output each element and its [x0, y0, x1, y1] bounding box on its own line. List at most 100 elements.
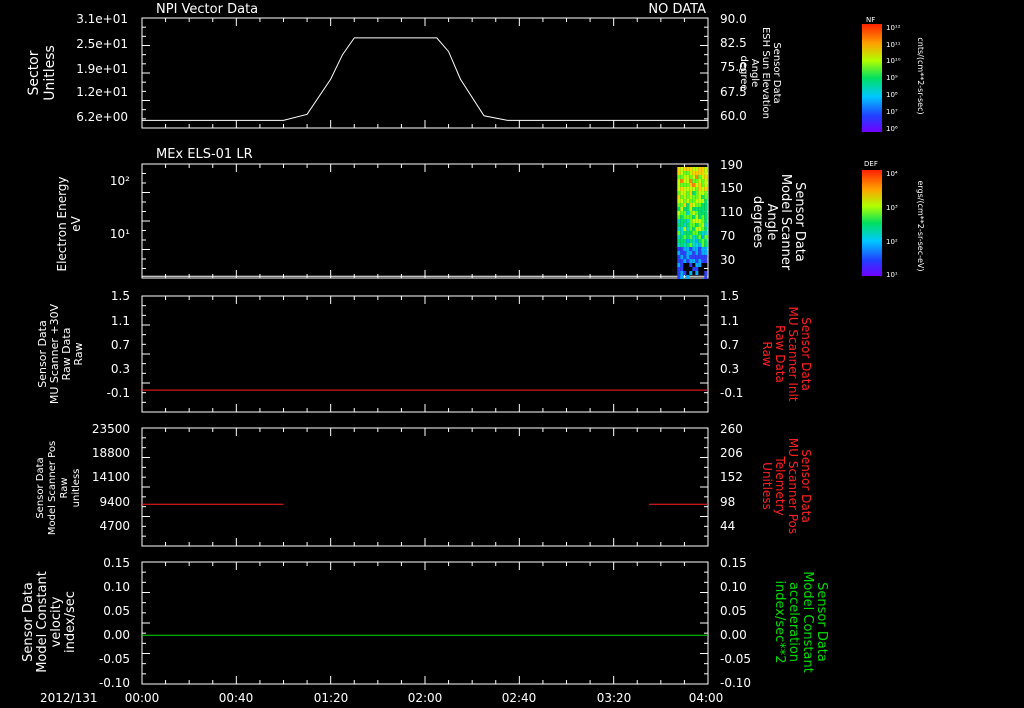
p5-ytick-r5: -0.10 [720, 676, 751, 690]
spectrogram-cell [692, 203, 696, 207]
p4-rlabel-3: Unitless [760, 462, 774, 510]
spectrogram-cell [695, 227, 699, 231]
tick-marks [141, 17, 709, 685]
spectrogram-cell [698, 195, 702, 199]
spectrogram-cell [683, 235, 687, 239]
spectrogram-cell [704, 219, 708, 223]
spectrogram-cell [680, 235, 684, 239]
spectrogram-cell [695, 215, 699, 219]
spectrogram-cell [695, 231, 699, 235]
p5-ytick-l0: 0.15 [103, 556, 130, 570]
cb2-tick-0: 10⁴ [886, 170, 898, 178]
spectrogram-cell [701, 251, 705, 255]
spectrogram-cell [680, 243, 684, 247]
spectrogram-cell [704, 251, 708, 255]
spectrogram-cell [692, 219, 696, 223]
time-tick-3: 02:00 [408, 691, 443, 705]
p5-ytick-l3: 0.00 [103, 628, 130, 642]
spectrogram-cell [689, 247, 693, 251]
spectrogram-cell [704, 239, 708, 243]
spectrogram-cell [686, 255, 690, 259]
p2-ytick-r4: 30 [720, 253, 735, 267]
spectrogram-cell [677, 175, 681, 179]
p5-llabel-2: velocity [49, 596, 64, 647]
p5-rlabel-3: index/sec**2 [772, 580, 787, 663]
spectrogram-cell [677, 203, 681, 207]
panel1-left-ylabel: Sector Unitless [26, 45, 58, 101]
p3-ytick-r4: -0.1 [720, 386, 743, 400]
spectrogram-cell [704, 235, 708, 239]
spectrogram-cell [695, 175, 699, 179]
spectrogram-cell [692, 267, 696, 271]
p5-ytick-r2: 0.05 [720, 604, 747, 618]
spectrogram-cell [704, 231, 708, 235]
spectrogram-cell [698, 259, 702, 263]
spectrogram-cell [680, 203, 684, 207]
spectrogram-cell [683, 171, 687, 175]
spectrogram-cell [692, 195, 696, 199]
spectrogram-cell [677, 243, 681, 247]
p1-ytick-l1: 2.5e+01 [76, 37, 128, 51]
p3-ytick-r2: 0.7 [720, 338, 739, 352]
spectrogram-cell [689, 195, 693, 199]
spectrogram-cell [686, 251, 690, 255]
panel5-frame [141, 561, 709, 685]
spectrogram-cell [698, 207, 702, 211]
cb1-tick-6: 10⁶ [886, 125, 898, 133]
p4-llabel-1: Model Scanner Pos [47, 441, 58, 535]
p2-llabel-0: Electron Energy [55, 176, 69, 271]
spectrogram-cell [686, 183, 690, 187]
spectrogram-cell [695, 211, 699, 215]
panel2-title: MEx ELS-01 LR [156, 147, 253, 162]
colorbar-nf-title: NF [866, 16, 875, 24]
p5-ytick-r0: 0.15 [720, 556, 747, 570]
p3-ytick-r0: 1.5 [720, 289, 739, 303]
spectrogram-cell [698, 187, 702, 191]
spectrogram-cell [680, 227, 684, 231]
spectrogram-cell [680, 167, 684, 171]
spectrogram-cell [680, 271, 684, 275]
spectrogram-cell [692, 171, 696, 175]
spectrogram-cell [695, 247, 699, 251]
spectrogram-cell [698, 179, 702, 183]
p1-rlabel-0: Sensor Data [771, 42, 782, 103]
p1-ytick-l4: 6.2e+00 [76, 110, 128, 124]
spectrogram-cell [695, 267, 699, 271]
spectrogram-cell [704, 243, 708, 247]
panel4-left-ylabel: Sensor Data Model Scanner Pos Raw unitle… [35, 441, 82, 535]
panel3-right-ylabel: Sensor Data MU Scanner Inlt Raw Data Raw [760, 306, 813, 401]
p3-ytick-l3: 0.3 [111, 362, 130, 376]
p5-ytick-r1: 0.10 [720, 580, 747, 594]
spectrogram-cell [689, 263, 693, 267]
p2-llabel-1: eV [69, 215, 83, 231]
spectrogram-cell [698, 171, 702, 175]
spectrogram-cell [686, 167, 690, 171]
panel3-left-ylabel: Sensor Data MU Scanner +30V Raw Data Raw [36, 303, 85, 404]
spectrogram-cell [680, 259, 684, 263]
spectrogram-cell [701, 227, 705, 231]
time-tick-4: 02:40 [502, 691, 537, 705]
spectrogram-cell [683, 271, 687, 275]
spectrogram-cell [695, 239, 699, 243]
p1-rlabel-1: ESH Sun Elevation [760, 27, 771, 119]
spectrogram-cell [683, 187, 687, 191]
spectrogram-cell [698, 263, 702, 267]
spectrogram-cell [683, 199, 687, 203]
spectrogram-cell [692, 187, 696, 191]
cb1-tick-4: 10⁸ [886, 91, 898, 99]
spectrogram-cell [698, 175, 702, 179]
spectrogram-cell [683, 243, 687, 247]
spectrogram-cell [680, 247, 684, 251]
time-tick-2: 01:20 [314, 691, 349, 705]
spectrogram-cell [680, 175, 684, 179]
spectrogram-cell [686, 223, 690, 227]
spectrogram-cell [698, 251, 702, 255]
p2-rlabel-3: degrees [750, 196, 765, 249]
spectrogram-cell [680, 275, 684, 279]
spectrogram-cell [683, 255, 687, 259]
spectrogram-cell [686, 195, 690, 199]
p3-ytick-r1: 1.1 [720, 314, 739, 328]
spectrogram-cell [683, 207, 687, 211]
spectrogram-cell [704, 199, 708, 203]
spectrogram-cell [695, 251, 699, 255]
